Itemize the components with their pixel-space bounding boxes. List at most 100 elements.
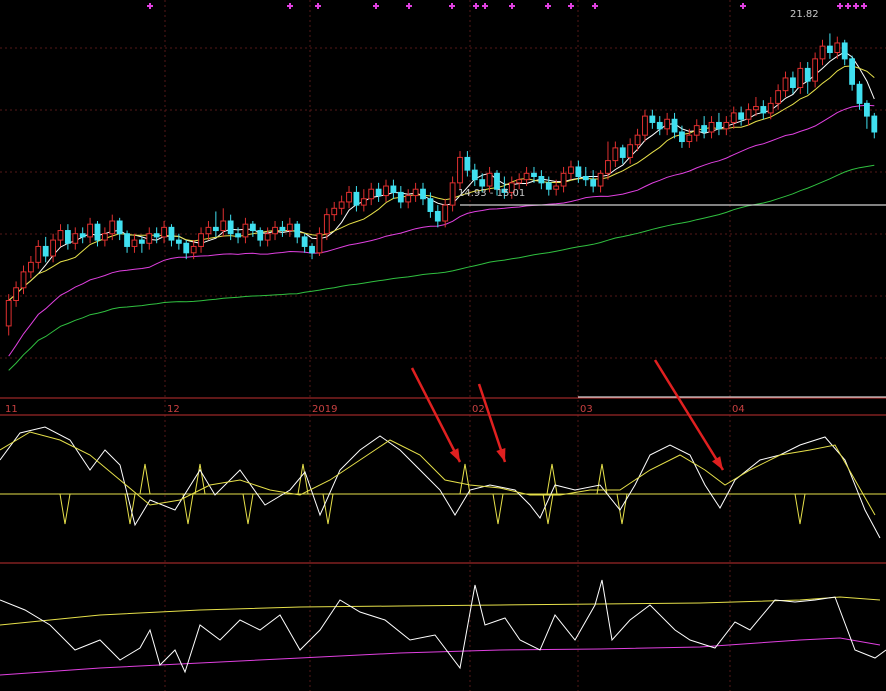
candle-body: [716, 121, 722, 130]
ma-120-line: [8, 164, 875, 371]
candle-body: [871, 115, 878, 133]
candle-body: [434, 210, 441, 222]
candle-body: [553, 185, 560, 190]
candle-body: [412, 188, 419, 197]
oscillator-line-fast: [0, 426, 881, 539]
candle-body: [782, 77, 789, 92]
signal-marker: [317, 3, 319, 9]
signal-marker: [847, 3, 849, 9]
candle-body: [523, 172, 530, 181]
indicator-spike-down: [322, 493, 334, 525]
ma-60-line: [8, 104, 875, 357]
candle-body: [464, 156, 471, 171]
candle-body: [286, 223, 293, 232]
x-tick-label: 02: [472, 404, 485, 415]
indicator-spike-up: [139, 463, 151, 495]
annotation-arrow-head: [449, 448, 460, 462]
indicator-spike-down: [794, 493, 806, 525]
candle-body: [227, 220, 234, 235]
indicator-spike-down: [59, 493, 71, 525]
candle-body: [20, 271, 27, 289]
candle-body: [294, 223, 301, 238]
candle-body: [863, 102, 870, 117]
candle-body: [827, 45, 833, 54]
candle-body: [50, 239, 56, 257]
candle-body: [353, 191, 360, 206]
candle-body: [597, 172, 604, 187]
candle-body: [538, 176, 545, 184]
signal-marker: [547, 3, 549, 9]
candle-body: [849, 58, 856, 85]
signal-marker: [149, 3, 151, 9]
ma-mid-line: [8, 65, 875, 301]
candle-body: [175, 239, 182, 244]
candle-body: [686, 134, 693, 143]
candle-body: [427, 198, 434, 212]
oscillator-line-slow: [0, 431, 876, 516]
candle-body: [35, 245, 42, 263]
signal-marker: [289, 3, 291, 9]
candle-body: [94, 223, 101, 241]
candle-body: [605, 160, 611, 174]
candle-body: [841, 42, 848, 60]
lower-white-line: [0, 579, 886, 674]
candle-body: [124, 233, 130, 247]
high-price-label: 21.82: [790, 9, 819, 20]
candle-body: [101, 233, 108, 241]
lower-magenta-line: [0, 637, 881, 676]
candle-body: [279, 226, 286, 232]
indicator-spike-down: [182, 493, 194, 525]
signal-marker: [511, 3, 513, 9]
candle-body: [116, 220, 123, 235]
annotation-arrow-head: [712, 456, 723, 470]
candle-body: [198, 233, 204, 247]
candle-body: [479, 179, 486, 187]
candle-body: [767, 102, 774, 114]
candle-body: [812, 58, 819, 82]
candle-body: [64, 230, 71, 244]
indicator-spike-down: [242, 493, 254, 525]
x-tick-label: 04: [732, 404, 745, 415]
candle-body: [568, 166, 574, 174]
candle-body: [57, 230, 64, 241]
candle-body: [457, 156, 463, 184]
candle-body: [442, 204, 449, 222]
candle-body: [79, 233, 86, 238]
signal-marker: [475, 3, 477, 9]
candle-body: [183, 242, 190, 254]
candle-body: [87, 223, 93, 238]
signal-marker: [742, 3, 744, 9]
candle-body: [738, 112, 745, 120]
candle-body: [634, 134, 641, 146]
signal-marker: [484, 3, 486, 9]
candle-body: [612, 147, 619, 162]
candle-body: [642, 115, 648, 136]
candle-body: [153, 233, 160, 238]
x-tick-label: 03: [580, 404, 593, 415]
candle-body: [775, 90, 782, 104]
signal-marker: [570, 3, 572, 9]
candle-body: [212, 226, 219, 232]
candle-body: [486, 172, 493, 187]
candle-body: [420, 188, 426, 200]
indicator-spike-up: [459, 463, 471, 495]
candle-body: [190, 245, 197, 254]
candle-body: [590, 179, 597, 187]
x-tick-label: 11: [5, 404, 18, 415]
candle-body: [730, 112, 737, 123]
candle-body: [368, 188, 375, 200]
signal-marker: [594, 3, 596, 9]
candle-body: [146, 233, 153, 244]
candle-body: [804, 67, 811, 82]
candle-body: [494, 172, 500, 190]
candle-body: [656, 121, 663, 130]
candle-body: [109, 220, 116, 235]
candle-body: [13, 287, 20, 301]
candle-body: [723, 121, 730, 130]
signal-marker: [408, 3, 410, 9]
candle-body: [331, 207, 338, 216]
candle-body: [131, 239, 138, 247]
candle-body: [390, 185, 397, 193]
candle-body: [701, 125, 708, 133]
candle-body: [516, 179, 523, 184]
